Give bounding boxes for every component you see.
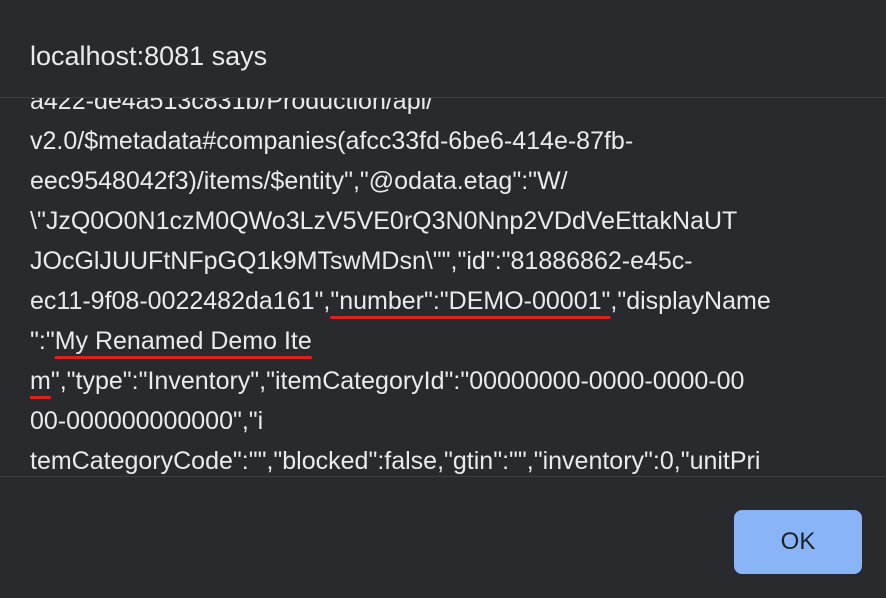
- message-line: m","type":"Inventory","itemCategoryId":"…: [30, 367, 745, 395]
- message-line: v2.0/$metadata#companies(afcc33fd-6be6-4…: [30, 127, 634, 155]
- footer-divider: [0, 476, 886, 477]
- highlighted-display-name: My Renamed Demo Ite: [54, 327, 312, 355]
- message-line: ec11-9f08-0022482da161","number":"DEMO-0…: [30, 287, 771, 315]
- message-line: ":"My Renamed Demo Ite: [30, 327, 312, 355]
- message-line: 00-000000000000","i: [30, 407, 264, 435]
- message-line: a422-de4a513c831b/Production/api/: [30, 98, 434, 115]
- message-line: \"JzQ0O0N1czM0QWo3LzV5VE0rQ3N0Nnp2VDdVeE…: [30, 207, 738, 235]
- message-line: JOcGlJUUFtNFpGQ1k9MTswMDsn\"","id":"8188…: [30, 247, 693, 275]
- alert-dialog: localhost:8081 says a422-de4a513c831b/Pr…: [0, 0, 886, 598]
- highlighted-number-field: "number":"DEMO-00001": [330, 287, 611, 315]
- dialog-title: localhost:8081 says: [30, 41, 268, 71]
- message-scroll-area[interactable]: a422-de4a513c831b/Production/api/ v2.0/$…: [0, 98, 886, 475]
- highlighted-display-name-end: m: [30, 367, 51, 395]
- dialog-message: a422-de4a513c831b/Production/api/ v2.0/$…: [30, 98, 870, 475]
- message-line: eec9548042f3)/items/$entity","@odata.eta…: [30, 167, 568, 195]
- ok-button[interactable]: OK: [734, 510, 862, 574]
- message-line: temCategoryCode":"","blocked":false,"gti…: [30, 447, 761, 475]
